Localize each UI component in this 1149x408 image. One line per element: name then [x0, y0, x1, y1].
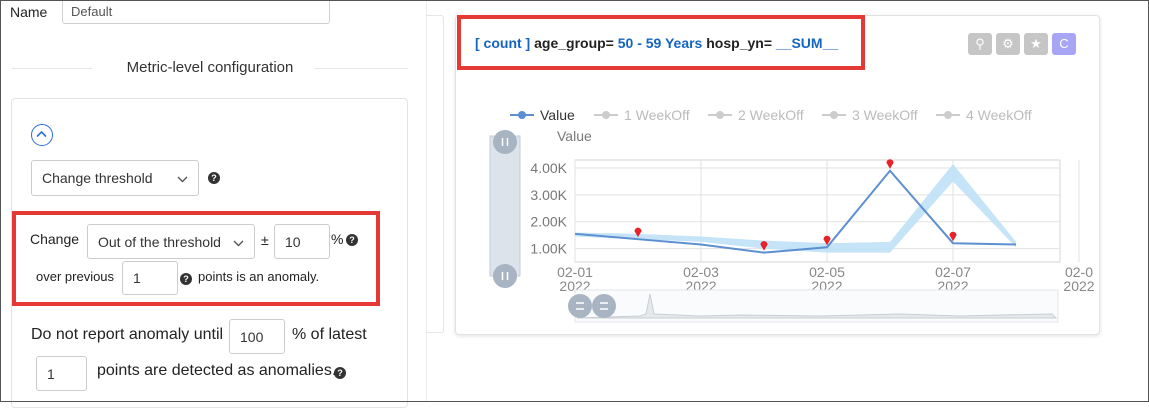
- y-tick-label: 3.00K: [530, 187, 567, 203]
- vertical-zoom-handle-bottom[interactable]: [493, 264, 517, 288]
- y-tick-label: 2.00K: [530, 214, 567, 230]
- anomaly-marker: [886, 159, 894, 169]
- navigator-handle-left[interactable]: [568, 294, 592, 318]
- y-tick-label: 1.00K: [530, 241, 567, 257]
- vertical-zoom-handle-top[interactable]: [493, 130, 517, 154]
- anomaly-marker: [760, 241, 768, 251]
- y-axis-label: Value: [557, 128, 592, 144]
- y-tick-label: 4.00K: [530, 160, 567, 176]
- x-tick-year-label: 2022: [1063, 278, 1094, 294]
- time-series-chart: 4.00K3.00K2.00K1.00KValue02-01202202-032…: [489, 128, 1095, 323]
- navigator-handle-right[interactable]: [592, 294, 616, 318]
- vertical-zoom-track[interactable]: [489, 135, 521, 277]
